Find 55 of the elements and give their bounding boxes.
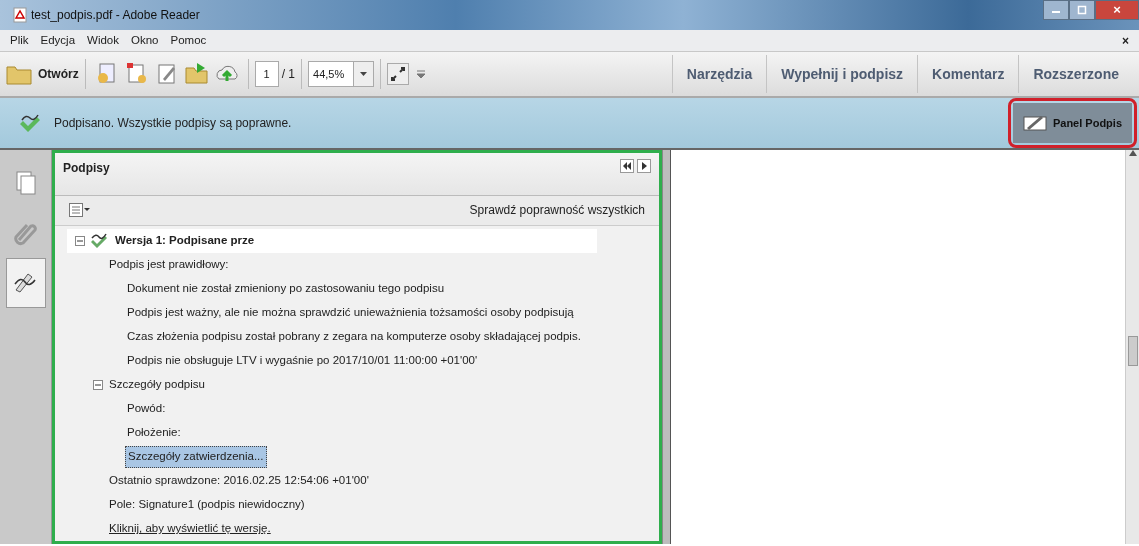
collapse-node-icon[interactable] [93,380,103,390]
tree-item[interactable]: Podpis nie obsługuje LTV i wygaśnie po 2017/10/01 11:00:00 +01'00' [125,351,480,371]
caret-icon [360,72,367,76]
overflow-icon[interactable] [417,70,425,78]
tree-item[interactable]: Podpis jest prawidłowy: [107,255,231,275]
menu-item[interactable]: Edycja [40,31,76,50]
options-icon[interactable] [69,203,91,218]
menu-item[interactable]: Pomoc [170,31,207,50]
tree-item[interactable]: Dokument nie został zmieniony po zastosowaniu tego podpisu [125,279,447,299]
tab[interactable]: Wypełnij i podpisz [766,55,918,93]
tree-item[interactable]: Położenie: [125,423,183,443]
signature-panel-button[interactable]: Panel Podpis [1012,103,1132,143]
expand-icon[interactable] [387,63,409,85]
close-document-button[interactable]: × [1122,31,1129,50]
zoom-dropdown-button[interactable] [354,61,374,87]
page-total: / 1 [281,66,295,83]
pages-icon [13,170,39,196]
verify-all-button[interactable]: Sprawdź poprawność wszystkich [469,201,645,220]
collapse-icon[interactable] [620,159,634,173]
menu-item[interactable]: Plik [10,31,29,50]
tab[interactable]: Komentarz [917,55,1019,93]
expand-right-icon[interactable] [637,159,651,173]
notification-text: Podpisano. Wszystkie podpisy są poprawne. [54,115,292,132]
tree-item[interactable]: Podpis jest ważny, ale nie można sprawdzić unieważnienia tożsamości osoby podpisują [125,303,576,323]
sidebar-tab[interactable] [6,258,46,308]
tree-item[interactable]: Ostatnio sprawdzone: 2016.02.25 12:54:06 +01'00' [107,471,371,491]
minimize-button[interactable] [1043,0,1069,20]
tree-item[interactable]: Czas złożenia podpisu został pobrany z zegara na komputerze osoby składającej podpis. [125,327,583,347]
view-version-link[interactable]: Kliknij, aby wyświetlić tę wersję. [107,519,273,539]
tree-item[interactable]: Pole: Signature1 (podpis niewidoczny) [107,495,307,515]
maximize-button[interactable] [1069,0,1095,20]
zoom-field[interactable]: 44,5% [308,61,354,87]
signature-check-icon [89,232,109,250]
close-button[interactable]: × [1095,0,1139,20]
menu-item[interactable]: Okno [131,31,159,50]
signature-check-icon [18,112,42,134]
pdf-file-icon [12,7,28,23]
tree-item[interactable]: Powód: [125,399,168,419]
panel-splitter[interactable] [662,150,670,544]
window-title: test_podpis.pdf - Adobe Reader [31,7,200,24]
open-button[interactable]: Otwórz [38,65,79,83]
folder-icon[interactable] [6,63,32,85]
scrollbar[interactable] [1125,150,1139,544]
tab[interactable]: Narzędzia [671,55,767,93]
tree-item[interactable]: Szczegóły zatwierdzenia... [125,446,267,468]
tree-item[interactable]: Szczegóły podpisu [107,375,207,395]
folder-arrow-icon[interactable] [184,62,209,86]
pen-icon [1022,114,1047,132]
scrollbar-thumb[interactable] [1127,336,1138,366]
panel-title: Podpisy [63,160,110,177]
collapse-node-icon[interactable] [75,236,85,246]
menu-item[interactable]: Widok [87,31,119,50]
tab[interactable]: Rozszerzone [1018,55,1133,93]
page-number-field[interactable]: 1 [254,61,279,87]
maximize-icon [1077,5,1087,15]
